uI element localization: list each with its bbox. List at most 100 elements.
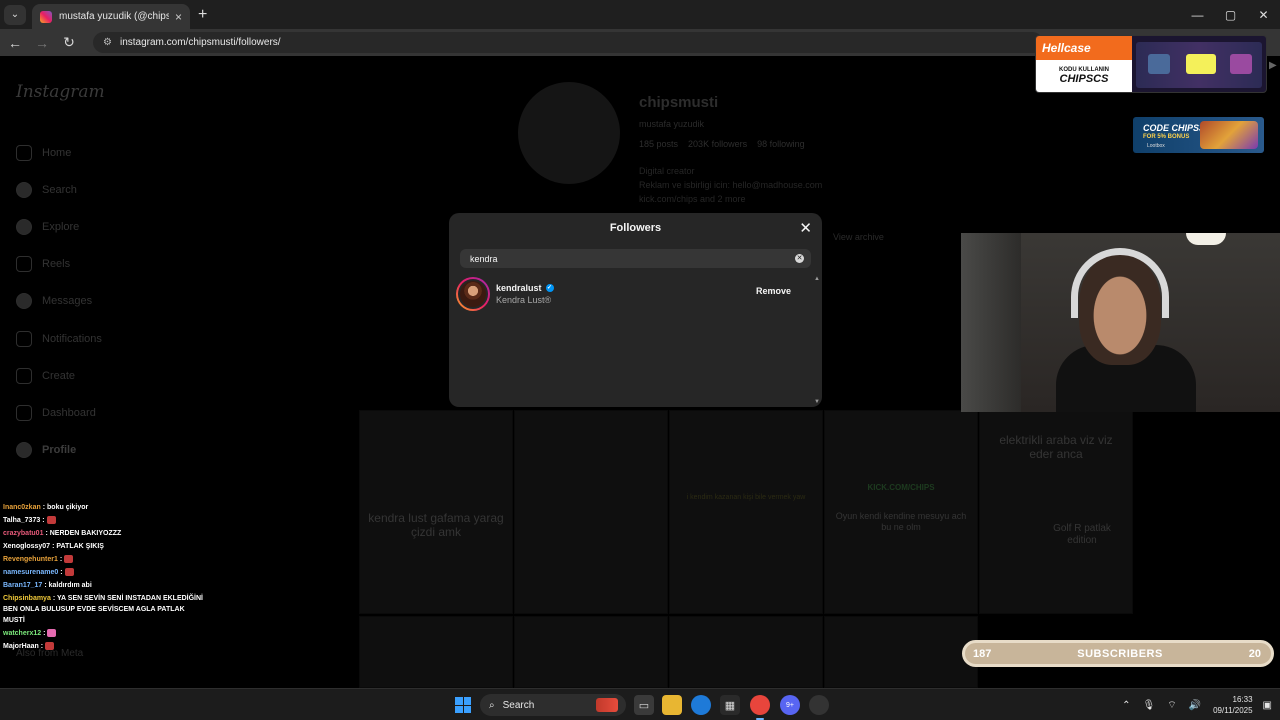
- subscriber-goal: 20: [1248, 647, 1261, 660]
- profile-avatar[interactable]: [518, 82, 620, 184]
- sponsor-banner-hellcase: Hellcase KODU KULLANIN CHIPSCS: [1035, 35, 1267, 93]
- post-tile[interactable]: KICK.COM/CHIPS Oyun kendi kendine mesuyu…: [824, 410, 978, 614]
- forward-icon[interactable]: →: [30, 35, 54, 51]
- post-tile[interactable]: [514, 616, 668, 688]
- followers-search[interactable]: ✕: [460, 249, 811, 268]
- subscriber-count: 187: [973, 647, 992, 660]
- chat-username[interactable]: namesurename0: [3, 569, 58, 576]
- chevron-right-icon: ▶: [1269, 60, 1277, 71]
- search-input[interactable]: [470, 253, 770, 264]
- discord-icon[interactable]: 9+: [780, 695, 800, 715]
- back-icon[interactable]: ←: [3, 35, 27, 51]
- follower-username[interactable]: kendralust: [496, 283, 542, 293]
- microphone-icon[interactable]: 🎙: [1143, 700, 1156, 711]
- post-tile[interactable]: [669, 616, 823, 688]
- scroll-down-arrow-icon[interactable]: ▼: [814, 399, 820, 405]
- browser-tab[interactable]: mustafa yuzudik (@chipsmusti) ×: [32, 4, 190, 29]
- post-tile[interactable]: [824, 616, 978, 688]
- clock-time: 16:33: [1232, 695, 1253, 704]
- sidebar-item-profile[interactable]: Profile: [16, 432, 196, 469]
- chat-username[interactable]: watcherx12: [3, 630, 41, 637]
- tab-close-icon[interactable]: ×: [175, 10, 182, 24]
- notification-icon[interactable]: ▣: [1263, 700, 1272, 711]
- chat-username[interactable]: MajorHaan: [3, 643, 39, 650]
- profile-bio: Digital creator Reklam ve isbirligi icin…: [639, 164, 822, 206]
- sidebar-item-reels[interactable]: Reels: [16, 246, 196, 283]
- plus-icon: [16, 367, 32, 384]
- sidebar-item-dashboard[interactable]: Dashboard: [16, 394, 196, 431]
- chrome-icon[interactable]: [750, 695, 770, 720]
- profile-bio-text: Reklam ve isbirligi icin: hello@madhouse…: [639, 180, 823, 190]
- address-bar[interactable]: ⚙ instagram.com/chipsmusti/followers/: [93, 32, 1043, 53]
- post-caption: i kendim kazanan kişi bile vermek yaw: [686, 494, 806, 501]
- app-icon[interactable]: [809, 695, 829, 715]
- chat-message: Chipsinbamya: YA SEN SEVİN SENİ INSTADAN…: [3, 593, 203, 626]
- maximize-icon[interactable]: ▢: [1214, 0, 1247, 29]
- chat-username[interactable]: Baran17_17: [3, 582, 42, 589]
- reload-icon[interactable]: ↻: [57, 34, 81, 51]
- sidebar-item-home[interactable]: Home: [16, 134, 196, 171]
- sidebar-item-label: Create: [42, 369, 76, 382]
- follower-row[interactable]: kendralust ✓ Kendra Lust® Remove: [456, 276, 811, 312]
- wifi-icon[interactable]: ⌔: [1167, 699, 1176, 712]
- clear-search-icon[interactable]: ✕: [795, 254, 804, 263]
- followers-link[interactable]: 203K followers: [688, 139, 747, 149]
- post-tile[interactable]: [359, 616, 513, 688]
- window-close-icon[interactable]: ✕: [1247, 0, 1280, 29]
- new-tab-icon[interactable]: +: [198, 6, 207, 24]
- minimize-icon[interactable]: —: [1181, 0, 1214, 29]
- follower-username-row[interactable]: kendralust ✓: [496, 283, 554, 293]
- chat-text: : boku çikiyor: [42, 504, 89, 511]
- chat-text: :: [40, 643, 44, 650]
- discord-badge: 9+: [786, 701, 794, 709]
- task-view-icon[interactable]: ▭: [634, 695, 654, 715]
- sidebar-item-explore[interactable]: Explore: [16, 208, 196, 245]
- file-explorer-icon[interactable]: [662, 695, 682, 715]
- windows-start-icon[interactable]: [455, 697, 471, 713]
- clock-date: 09/11/2025: [1213, 706, 1253, 715]
- instagram-logo[interactable]: Instagram: [16, 82, 105, 102]
- scroll-up-arrow-icon[interactable]: ▲: [814, 276, 820, 282]
- chat-username[interactable]: Inanc0zkan: [3, 504, 41, 511]
- post-tile[interactable]: i kendim kazanan kişi bile vermek yaw: [669, 410, 823, 614]
- follower-info: kendralust ✓ Kendra Lust®: [496, 283, 554, 305]
- promo-code: CHIPSCS: [1059, 73, 1109, 85]
- sidebar-item-search[interactable]: Search: [16, 171, 196, 208]
- site-info-icon[interactable]: ⚙: [103, 37, 112, 48]
- post-tile[interactable]: [514, 410, 668, 614]
- instagram-favicon-icon: [40, 10, 52, 23]
- store-icon[interactable]: ▦: [720, 695, 740, 715]
- avatar[interactable]: [456, 277, 490, 311]
- post-tile[interactable]: elektrikli araba viz viz eder anca Golf …: [979, 410, 1133, 614]
- volume-icon[interactable]: 🔊: [1189, 700, 1201, 711]
- tab-search-icon[interactable]: ⌄: [4, 4, 26, 25]
- posts-count: 185 posts: [639, 139, 679, 149]
- post-tile[interactable]: kendra lust gafama yarag çizdi amk: [359, 410, 513, 614]
- chat-username[interactable]: Revengehunter1: [3, 556, 58, 563]
- profile-link[interactable]: kick.com/chips and 2 more: [639, 192, 822, 206]
- chat-message: Revengehunter1:: [3, 553, 203, 566]
- dashboard-icon: [16, 404, 32, 421]
- remove-button[interactable]: Remove: [756, 286, 791, 296]
- chat-message: Inanc0zkan: boku çikiyor: [3, 501, 203, 514]
- view-archive-button[interactable]: View archive: [833, 232, 884, 242]
- url-text: instagram.com/chipsmusti/followers/: [119, 37, 281, 48]
- chevron-up-icon[interactable]: ⌃: [1122, 700, 1130, 711]
- sidebar-item-notifications[interactable]: Notifications: [16, 320, 196, 357]
- chat-username[interactable]: Xenoglossy07: [3, 543, 50, 550]
- taskbar-search[interactable]: ⌕ Search: [480, 694, 626, 716]
- edge-icon[interactable]: [691, 695, 711, 715]
- verified-badge-icon: ✓: [545, 284, 554, 292]
- chat-username[interactable]: crazybatu01: [3, 530, 43, 537]
- subscriber-label: SUBSCRIBERS: [1077, 647, 1163, 660]
- close-icon[interactable]: ✕: [799, 219, 812, 237]
- followers-dialog: Followers ✕ ✕ kendralust ✓ Kendra Lust® …: [449, 213, 822, 407]
- chat-emote-icon: [46, 516, 56, 525]
- sidebar-item-messages[interactable]: Messages: [16, 283, 196, 320]
- following-link[interactable]: 98 following: [757, 139, 805, 149]
- chat-username[interactable]: Chipsinbamya: [3, 595, 51, 602]
- sidebar-item-create[interactable]: Create: [16, 357, 196, 394]
- clock[interactable]: 16:33 09/11/2025: [1213, 694, 1252, 716]
- chat-username[interactable]: Talha_7373: [3, 517, 40, 524]
- lootbox-bonus: FOR 5% BONUS: [1143, 134, 1190, 140]
